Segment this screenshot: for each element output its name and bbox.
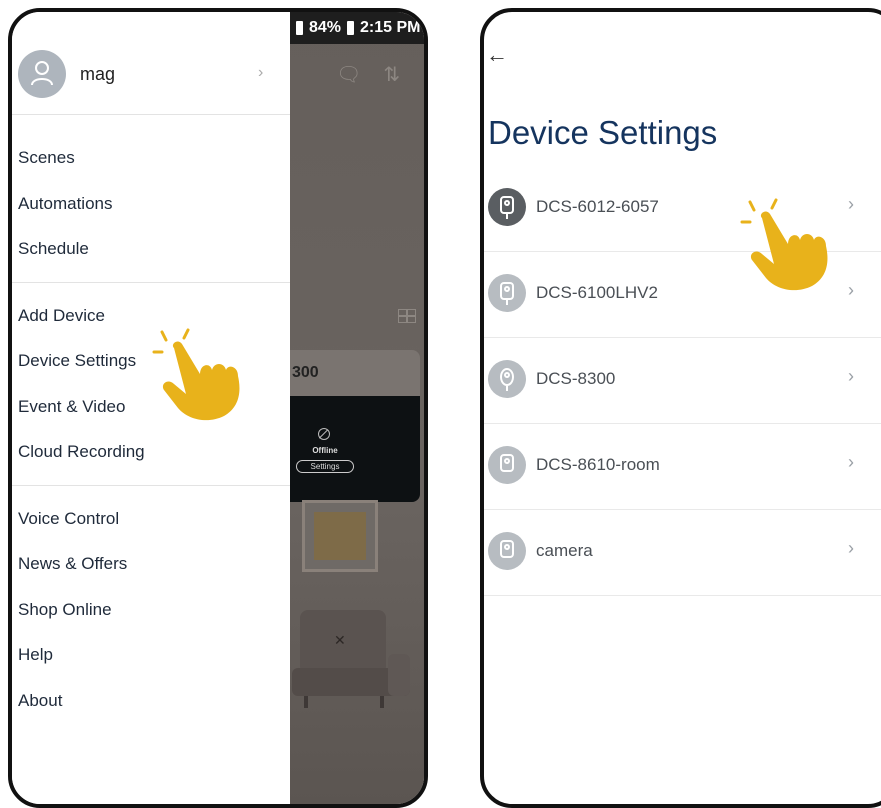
camera-icon xyxy=(488,360,526,398)
camera-card[interactable]: 300 Offline Settings xyxy=(290,350,420,502)
menu-item-news-offers[interactable]: News & Offers xyxy=(12,541,290,587)
chevron-right-icon: › xyxy=(848,538,854,558)
status-time: 2:15 PM xyxy=(360,19,421,36)
menu-item-voice-control[interactable]: Voice Control xyxy=(12,496,290,542)
camera-icon xyxy=(488,274,526,312)
device-name: DCS-6012-6057 xyxy=(536,197,659,216)
menu-item-about[interactable]: About xyxy=(12,678,290,724)
camera-icon xyxy=(488,532,526,570)
chevron-right-icon: › xyxy=(848,366,854,386)
grid-view-icon[interactable] xyxy=(398,309,416,323)
menu-item-schedule[interactable]: Schedule xyxy=(12,226,290,272)
hand-pointer-icon xyxy=(148,324,248,424)
menu-item-help[interactable]: Help xyxy=(12,632,290,678)
chevron-right-icon: › xyxy=(848,452,854,472)
camera-card-body: Offline Settings xyxy=(290,396,420,502)
page-title: Device Settings xyxy=(488,114,718,151)
status-bar xyxy=(484,12,881,20)
battery-percent: 84% xyxy=(309,19,342,36)
sofa-illustration: ✕ xyxy=(292,610,410,712)
device-name: DCS-8300 xyxy=(536,369,616,388)
menu-item-scenes[interactable]: Scenes xyxy=(12,135,290,181)
camera-icon xyxy=(488,446,526,484)
hand-pointer-icon xyxy=(736,194,836,294)
chevron-right-icon: › xyxy=(848,194,854,214)
user-icon xyxy=(31,61,53,86)
status-bar: 84% 2:15 PM xyxy=(290,12,424,44)
menu-group-3: Voice Control News & Offers Shop Online … xyxy=(12,486,290,734)
back-arrow-icon[interactable]: ← xyxy=(486,42,508,68)
menu-item-automations[interactable]: Automations xyxy=(12,181,290,227)
menu-item-shop-online[interactable]: Shop Online xyxy=(12,587,290,633)
profile-row[interactable]: mag › xyxy=(12,12,290,115)
wall-picture xyxy=(302,500,378,572)
device-row[interactable]: DCS-8300 › xyxy=(484,338,881,424)
battery-icon xyxy=(347,21,355,35)
device-row[interactable]: DCS-8610-room › xyxy=(484,424,881,510)
top-toolbar: 🗨 ⇅ xyxy=(336,62,400,87)
offline-label: Offline xyxy=(312,446,338,455)
signal-icon xyxy=(296,21,303,35)
chevron-right-icon: › xyxy=(258,64,264,81)
notification-settings-icon[interactable]: 🗨 xyxy=(336,62,361,87)
menu-item-cloud-recording[interactable]: Cloud Recording xyxy=(12,429,290,475)
chevron-right-icon: › xyxy=(848,280,854,300)
offline-icon xyxy=(318,428,330,440)
sort-icon[interactable]: ⇅ xyxy=(383,62,400,87)
device-name: camera xyxy=(536,541,593,560)
avatar xyxy=(18,50,66,98)
device-row[interactable]: camera › xyxy=(484,510,881,596)
device-name: DCS-6100LHV2 xyxy=(536,283,658,302)
background-app-view: 84% 2:15 PM 🗨 ⇅ 300 Offline Settings ✕ xyxy=(290,12,424,804)
device-name: DCS-8610-room xyxy=(536,455,660,474)
camera-card-title: 300 xyxy=(290,350,420,396)
right-phone-screen: ← Device Settings DCS-6012-6057 › DCS-61… xyxy=(480,8,881,808)
menu-group-1: Scenes Automations Schedule xyxy=(12,115,290,283)
camera-icon xyxy=(488,188,526,226)
card-settings-button[interactable]: Settings xyxy=(296,460,354,473)
left-phone-screen: 84% 2:15 PM 🗨 ⇅ 300 Offline Settings ✕ m… xyxy=(8,8,428,808)
profile-name: mag xyxy=(80,64,116,84)
